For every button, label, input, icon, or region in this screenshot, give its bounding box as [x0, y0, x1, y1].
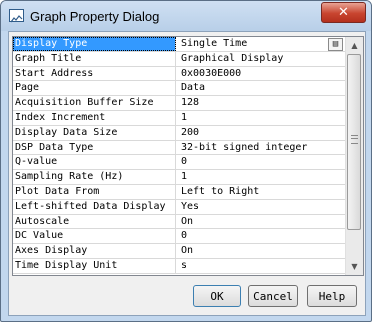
property-row-time-display-unit[interactable]: Time Display Unit s: [13, 258, 345, 274]
property-value: Single Time: [181, 38, 248, 49]
property-value: Left to Right: [181, 185, 260, 197]
title-bar[interactable]: Graph Property Dialog ✕: [1, 1, 371, 31]
grip-icon: [351, 135, 358, 144]
property-value: 1: [181, 171, 188, 183]
property-row-sampling-rate[interactable]: Sampling Rate (Hz) 1: [13, 170, 345, 185]
property-name: Acquisition Buffer Size: [13, 96, 176, 110]
property-name: DC Value: [13, 229, 176, 244]
property-row-display-type[interactable]: Display Type Single Time ▤: [13, 37, 345, 52]
property-row-acquisition-buffer-size[interactable]: Acquisition Buffer Size 128: [13, 96, 345, 111]
property-name: Left-shifted Data Display: [13, 199, 176, 214]
property-name: Display Type: [13, 37, 176, 51]
property-row-q-value[interactable]: Q-value 0: [13, 155, 345, 171]
scrollbar-thumb[interactable]: [347, 54, 361, 230]
property-value: 200: [181, 126, 200, 138]
property-name: Display Data Size: [13, 125, 176, 140]
scroll-down-arrow-icon[interactable]: ▼: [346, 258, 363, 275]
ok-button[interactable]: OK: [193, 285, 241, 307]
graph-property-dialog: Graph Property Dialog ✕ Display Type Sing…: [0, 0, 372, 322]
close-icon: ✕: [338, 5, 349, 20]
property-row-left-shifted-data-display[interactable]: Left-shifted Data Display Yes: [13, 199, 345, 215]
scroll-up-arrow-icon[interactable]: ▲: [346, 37, 363, 54]
property-name: Page: [13, 81, 176, 96]
property-row-graph-title[interactable]: Graph Title Graphical Display: [13, 51, 345, 67]
property-row-axes-display[interactable]: Axes Display On: [13, 244, 345, 259]
graph-app-icon: [9, 9, 24, 23]
property-value: s: [181, 259, 188, 271]
property-value: Graphical Display: [181, 52, 284, 64]
cancel-button[interactable]: Cancel: [248, 285, 298, 307]
dialog-body: Display Type Single Time ▤ Graph Title Grap…: [8, 31, 366, 316]
vertical-scrollbar[interactable]: ▲ ▼: [345, 37, 363, 275]
property-name: Start Address: [13, 66, 176, 81]
property-name: Axes Display: [13, 244, 176, 258]
property-value: 32-bit signed integer: [181, 141, 308, 153]
property-name: Index Increment: [13, 110, 176, 125]
property-value: 0: [181, 156, 188, 168]
property-name: DSP Data Type: [13, 140, 176, 155]
property-value: 0: [181, 230, 188, 242]
property-rows: Display Type Single Time ▤ Graph Title Grap…: [13, 37, 345, 274]
property-row-plot-data-from[interactable]: Plot Data From Left to Right: [13, 184, 345, 200]
property-name: Q-value: [13, 155, 176, 170]
property-name: Time Display Unit: [13, 258, 176, 273]
property-grid[interactable]: Display Type Single Time ▤ Graph Title Grap…: [12, 36, 364, 276]
property-name: Plot Data From: [13, 184, 176, 199]
property-row-page[interactable]: Page Data: [13, 81, 345, 97]
property-row-index-increment[interactable]: Index Increment 1: [13, 110, 345, 126]
property-value: Data: [181, 82, 206, 94]
property-value: 0x0030E000: [181, 67, 242, 79]
property-row-dsp-data-type[interactable]: DSP Data Type 32-bit signed integer: [13, 140, 345, 156]
close-button[interactable]: ✕: [321, 2, 366, 23]
property-row-autoscale[interactable]: Autoscale On: [13, 214, 345, 230]
property-name: Graph Title: [13, 51, 176, 66]
property-value: 1: [181, 111, 188, 123]
property-value: Yes: [181, 200, 200, 212]
property-value: 128: [181, 97, 200, 109]
property-name: Sampling Rate (Hz): [13, 170, 176, 184]
property-name: Autoscale: [13, 214, 176, 229]
help-button[interactable]: Help: [307, 285, 357, 307]
dropdown-list-icon[interactable]: ▤: [328, 38, 343, 51]
property-row-dc-value[interactable]: DC Value 0: [13, 229, 345, 245]
property-value: On: [181, 245, 194, 257]
property-row-display-data-size[interactable]: Display Data Size 200: [13, 125, 345, 141]
property-value: On: [181, 215, 194, 227]
property-row-start-address[interactable]: Start Address 0x0030E000: [13, 66, 345, 82]
dialog-title: Graph Property Dialog: [30, 9, 160, 24]
